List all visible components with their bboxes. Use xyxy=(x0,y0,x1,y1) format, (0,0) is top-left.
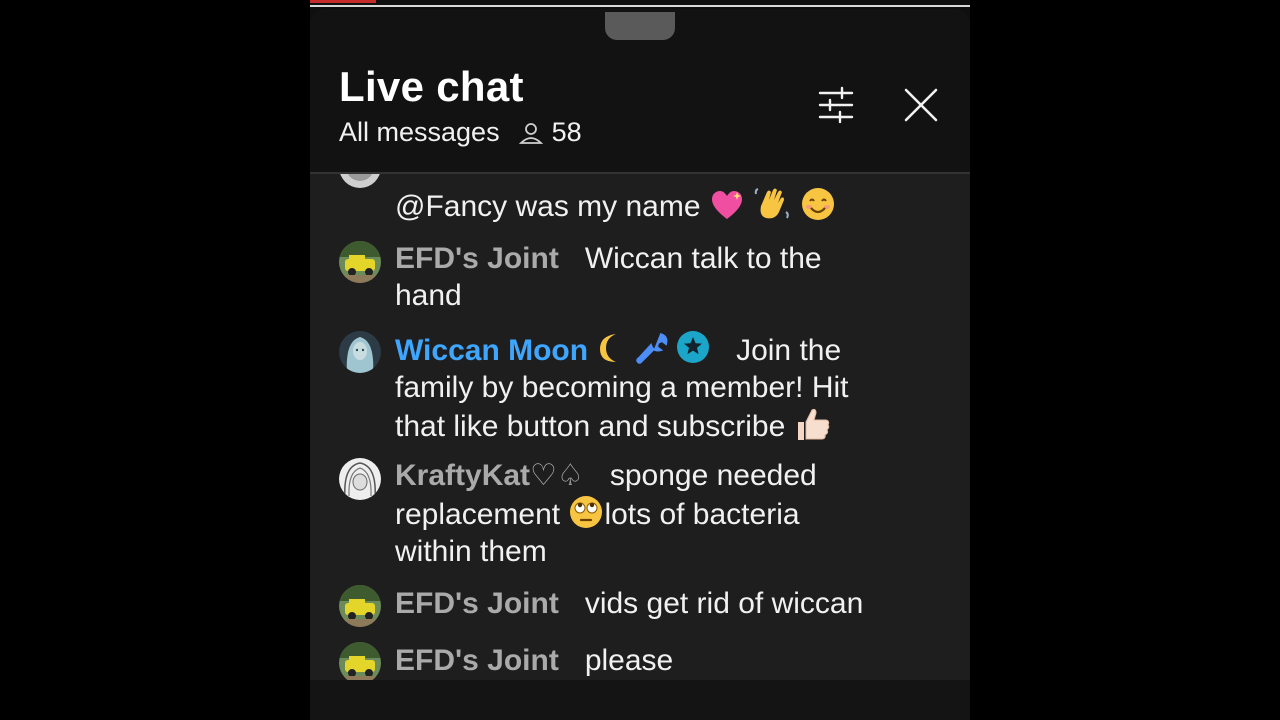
avatar xyxy=(339,585,381,627)
video-progress-played xyxy=(310,0,376,3)
avatar xyxy=(339,331,381,373)
message-body: Join the xyxy=(736,334,842,367)
message-body-continued: hand xyxy=(395,279,462,312)
chat-message: EFD's Joint Wiccan talk to the hand xyxy=(310,240,970,320)
message-text: KraftyKat♡♤ sponge needed replacement lot… xyxy=(395,457,915,570)
avatar xyxy=(339,642,381,680)
chat-title: Live chat xyxy=(339,63,524,110)
message-text: EFD's Joint Wiccan talk to the hand xyxy=(395,240,915,314)
star-verified-icon xyxy=(677,331,710,363)
chat-message: EFD's Joint please xyxy=(310,642,970,680)
message-body: please xyxy=(584,644,674,677)
smiling-face-icon xyxy=(801,188,834,220)
message-text: @Fancy was my name xyxy=(395,186,915,225)
message-text: EFD's Joint please xyxy=(395,642,915,679)
filter-label: All messages xyxy=(339,117,500,147)
chat-input-area xyxy=(310,680,970,720)
phone-frame: Live chat All messages 58 @Fancy was my … xyxy=(310,0,970,720)
close-icon[interactable] xyxy=(903,87,939,123)
eye-roll-face-icon xyxy=(570,496,603,528)
message-body-continued: within them xyxy=(395,535,547,568)
waving-hand-icon xyxy=(754,188,790,219)
video-progress-track xyxy=(310,5,970,7)
live-chat-panel: Live chat All messages 58 @Fancy was my … xyxy=(310,9,970,680)
avatar xyxy=(339,174,381,188)
message-body-continued: lots of bacteria xyxy=(604,498,800,531)
chat-message: EFD's Joint vids get rid of wiccan xyxy=(310,585,970,631)
message-body: sponge needed xyxy=(609,459,817,492)
message-text: EFD's Joint vids get rid of wiccan xyxy=(395,585,915,622)
message-body-continued: that like button and subscribe xyxy=(395,410,786,443)
wrench-icon xyxy=(636,333,668,364)
chat-message: @Fancy was my name xyxy=(310,174,970,225)
crescent-moon-icon xyxy=(600,334,617,362)
message-body: vids get rid of wiccan xyxy=(584,587,864,620)
chat-message: KraftyKat♡♤ sponge needed replacement lot… xyxy=(310,457,970,577)
message-body: @Fancy was my name xyxy=(395,190,701,223)
author-name[interactable]: EFD's Joint xyxy=(395,587,559,620)
author-name-member[interactable]: Wiccan Moon xyxy=(395,334,588,367)
sparkling-heart-icon xyxy=(711,191,742,219)
thumbs-up-icon xyxy=(797,408,829,440)
author-name[interactable]: KraftyKat♡♤ xyxy=(395,459,584,492)
author-name[interactable]: EFD's Joint xyxy=(395,242,559,275)
message-body-continued: family by becoming a member! Hit xyxy=(395,371,849,404)
drag-handle[interactable] xyxy=(605,12,675,40)
viewer-count: 58 xyxy=(551,117,582,147)
message-text: Wiccan Moon Join the family by becoming … xyxy=(395,330,915,445)
chat-message-list[interactable]: @Fancy was my name EFD's Joint Wiccan ta… xyxy=(310,174,970,680)
message-body-continued: replacement xyxy=(395,498,561,531)
message-body: Wiccan talk to the xyxy=(584,242,822,275)
chat-message: Wiccan Moon Join the family by becoming … xyxy=(310,330,970,450)
author-name[interactable]: EFD's Joint xyxy=(395,644,559,677)
person-icon xyxy=(518,122,543,144)
tune-sliders-icon[interactable] xyxy=(816,85,856,125)
avatar xyxy=(339,241,381,283)
chat-filter-selector[interactable]: All messages 58 xyxy=(339,117,582,148)
avatar xyxy=(339,458,381,500)
